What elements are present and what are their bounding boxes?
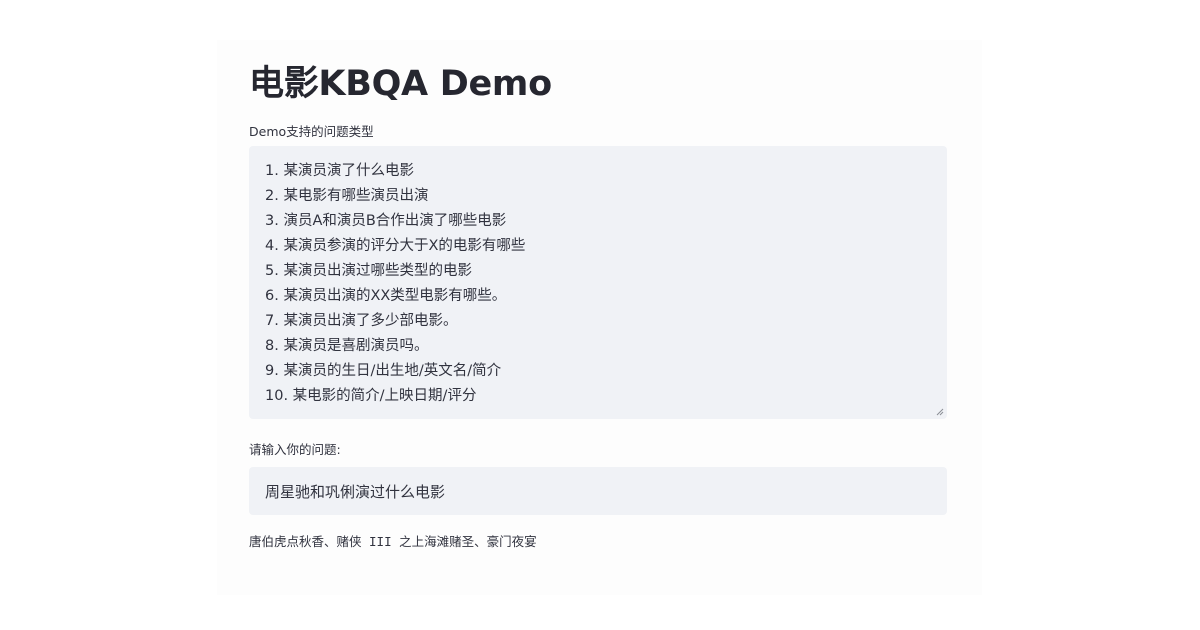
question-type-line: 4. 某演员参演的评分大于X的电影有哪些 (265, 238, 526, 254)
answer-text: 唐伯虎点秋香、赌侠 III 之上海滩赌圣、豪门夜宴 (249, 534, 537, 549)
question-type-line: 2. 某电影有哪些演员出演 (265, 188, 429, 204)
question-type-line: 3. 演员A和演员B合作出演了哪些电影 (265, 213, 507, 229)
question-type-line: 1. 某演员演了什么电影 (265, 163, 414, 179)
main-content: 电影KBQA Demo Demo支持的问题类型 1. 某演员演了什么电影 2. … (249, 62, 947, 552)
question-types-label: Demo支持的问题类型 (249, 124, 374, 139)
page-title: 电影KBQA Demo (249, 64, 552, 104)
question-type-line: 9. 某演员的生日/出生地/英文名/简介 (265, 363, 502, 379)
question-input[interactable]: 周星驰和巩俐演过什么电影 (249, 467, 947, 515)
question-type-line: 6. 某演员出演的XX类型电影有哪些。 (265, 288, 507, 304)
question-type-line: 8. 某演员是喜剧演员吗。 (265, 338, 429, 354)
resize-handle-icon[interactable] (936, 408, 944, 416)
question-type-line: 7. 某演员出演了多少部电影。 (265, 313, 458, 329)
question-input-label: 请输入你的问题: (249, 442, 341, 457)
question-type-line: 5. 某演员出演过哪些类型的电影 (265, 263, 472, 279)
question-type-line: 10. 某电影的简介/上映日期/评分 (265, 388, 477, 404)
app-page: 电影KBQA Demo Demo支持的问题类型 1. 某演员演了什么电影 2. … (0, 0, 1200, 630)
question-types-textarea[interactable]: 1. 某演员演了什么电影 2. 某电影有哪些演员出演 3. 演员A和演员B合作出… (249, 146, 947, 419)
